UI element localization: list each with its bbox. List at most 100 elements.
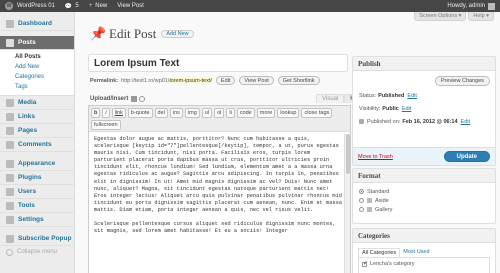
format-option-label: Gallery [375,206,393,213]
permalink-slug[interactable]: lorem-ipsum-text/ [169,77,212,84]
submenu-categories[interactable]: Categories [0,72,74,82]
menu-dashboard[interactable]: Dashboard [0,17,74,31]
menu-appearance[interactable]: Appearance [0,157,74,171]
visibility-value: Public [382,105,399,112]
page-title: Edit Post [109,26,157,41]
categories-box: Categories All Categories Most Used Lenc… [352,228,496,273]
post-title-input[interactable] [88,54,348,72]
format-aside-option[interactable]: Aside [353,196,495,205]
menu-label: Comments [18,141,52,148]
plugin-icon [6,173,14,182]
qt-img-button[interactable]: img [184,108,200,118]
qt-blockquote-button[interactable]: b-quote [127,108,153,118]
qt-ul-button[interactable]: ul [201,108,213,118]
category-item[interactable]: Lencha's category [362,260,486,267]
publish-box-title[interactable]: Publish [353,57,495,71]
status-row: Status: Published Edit [353,89,495,102]
menu-users[interactable]: Users [0,185,74,199]
qt-italic-button[interactable]: i [102,108,110,118]
scrollbar-thumb[interactable] [346,134,350,174]
move-to-trash-link[interactable]: Move to Trash [358,154,393,160]
menu-plugins[interactable]: Plugins [0,171,74,185]
published-value: Feb 16, 2012 @ 06:14 [402,118,458,125]
qt-lookup-button[interactable]: lookup [277,108,300,118]
greeting: Howdy, admin [447,3,485,9]
tab-visual[interactable]: Visual [316,94,345,103]
tab-all-categories[interactable]: All Categories [358,248,401,257]
edit-date-link[interactable]: Edit [461,119,470,125]
format-standard-option[interactable]: Standard [353,187,495,196]
submenu-add-new[interactable]: Add New [0,62,74,72]
menu-comments[interactable]: Comments [0,138,74,152]
qt-fullscreen-button[interactable]: fullscreen [91,120,121,130]
preview-changes-button[interactable]: Preview Changes [434,76,490,86]
edit-status-link[interactable]: Edit [407,93,416,99]
menu-label: Tools [18,202,35,209]
qt-del-button[interactable]: del [154,108,168,118]
radio-checked[interactable] [359,189,364,194]
admin-sidebar: Dashboard Posts All Posts Add New Catego… [0,12,75,273]
menu-tools[interactable]: Tools [0,199,74,213]
get-shortlink-button[interactable]: Get Shortlink [277,76,320,85]
quicktags-toolbar: b i link b-quote del ins img ul ol li co… [89,106,350,132]
update-button[interactable]: Update [443,151,490,162]
qt-close-tags-button[interactable]: close tags [301,108,333,118]
menu-label: Posts [18,39,36,46]
qt-ins-button[interactable]: ins [169,108,183,118]
appearance-icon [6,159,14,168]
menu-label: Dashboard [18,20,52,27]
edit-slug-button[interactable]: Edit [215,76,236,85]
permalink-base[interactable]: http://test1.ro/wp01/ [121,78,169,84]
submenu-all-posts[interactable]: All Posts [0,52,74,62]
format-box-title[interactable]: Format [353,169,495,183]
format-gallery-option[interactable]: Gallery [353,205,495,214]
qt-bold-button[interactable]: b [91,108,101,118]
collapse-menu-button[interactable]: Collapse menu [0,246,74,258]
published-date-row: Published on: Feb 16, 2012 @ 06:14 Edit [353,115,495,128]
site-name-link[interactable]: W WordPress 01 [0,0,60,12]
status-value: Published [378,92,405,99]
add-new-button[interactable]: Add New [161,30,194,38]
qt-more-button[interactable]: more [256,108,276,118]
categories-box-title[interactable]: Categories [353,229,495,243]
posts-submenu: All Posts Add New Categories Tags [0,50,74,96]
editor-scrollbar[interactable] [344,134,350,273]
add-media-icon[interactable] [139,96,146,102]
qt-code-button[interactable]: code [236,108,255,118]
help-tab[interactable]: Help ▾ [468,12,494,21]
comments-link[interactable]: 💬 5 [60,0,84,12]
screen-options-tab[interactable]: Screen Options ▾ [414,12,467,21]
view-post-link[interactable]: View Post [112,0,149,12]
menu-posts[interactable]: Posts [0,36,74,50]
submenu-tags[interactable]: Tags [0,82,74,92]
major-publishing-actions: Move to Trash Update [353,147,495,165]
pin-icon [6,38,14,47]
permalink-label: Permalink: [90,77,119,84]
menu-label: Appearance [18,160,56,167]
edit-visibility-link[interactable]: Edit [402,106,411,112]
radio-unchecked[interactable] [359,198,364,203]
add-image-icon[interactable] [131,96,138,102]
new-label: New [95,3,108,9]
category-checkbox[interactable] [362,260,368,267]
menu-pages[interactable]: Pages [0,124,74,138]
post-content-textarea[interactable]: Egestas dolor augue ac mattis, porttitor… [89,132,350,273]
qt-li-button[interactable]: li [226,108,235,118]
menu-media[interactable]: Media [0,96,74,110]
site-name: WordPress 01 [17,3,55,9]
new-content-link[interactable]: + New [84,0,113,12]
radio-unchecked[interactable] [359,207,364,212]
qt-link-button[interactable]: link [111,108,126,118]
category-label: Lencha's category [370,261,415,267]
menu-links[interactable]: Links [0,110,74,124]
tools-icon [6,201,14,210]
view-post-button[interactable]: View Post [239,76,274,85]
menu-label: Users [18,188,37,195]
tab-most-used[interactable]: Most Used [400,248,432,257]
menu-subscribe-popup[interactable]: Subscribe Popup [0,232,74,246]
qt-ol-button[interactable]: ol [214,108,225,118]
menu-settings[interactable]: Settings [0,213,74,227]
comment-bubble-icon: 💬 [64,3,73,10]
publish-box: Publish Preview Changes Status: Publishe… [352,56,496,166]
account-menu[interactable]: Howdy, admin [442,0,500,12]
